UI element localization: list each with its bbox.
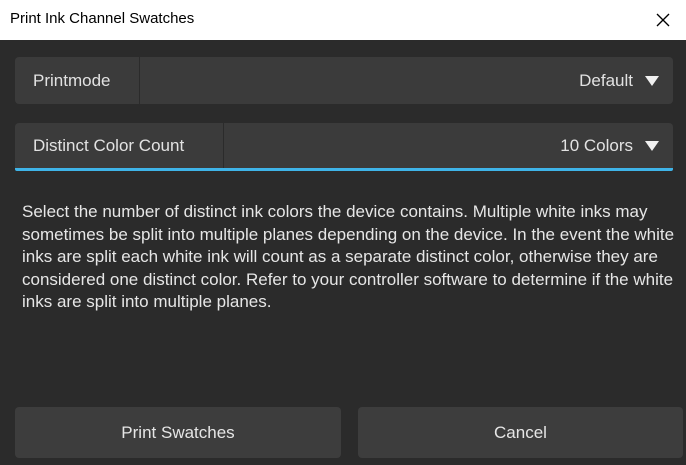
color-count-row: Distinct Color Count 10 Colors [15,123,673,171]
color-count-label: Distinct Color Count [15,123,224,168]
print-swatches-button[interactable]: Print Swatches [15,407,341,458]
close-button[interactable] [640,0,686,40]
printmode-row: Printmode Default [15,57,673,104]
printmode-value: Default [579,70,633,90]
chevron-down-icon [645,140,659,151]
printmode-label: Printmode [15,57,140,104]
color-count-value: 10 Colors [560,135,633,155]
color-count-dropdown[interactable]: 10 Colors [224,123,673,168]
chevron-down-icon [645,75,659,86]
title-bar: Print Ink Channel Swatches [0,0,686,40]
close-icon [656,13,670,27]
description-text: Select the number of distinct ink colors… [22,202,675,312]
window-title: Print Ink Channel Swatches [10,10,195,27]
cancel-button[interactable]: Cancel [358,407,683,458]
print-swatches-dialog: Print Ink Channel Swatches Printmode Def… [0,0,686,465]
printmode-dropdown[interactable]: Default [140,57,673,104]
